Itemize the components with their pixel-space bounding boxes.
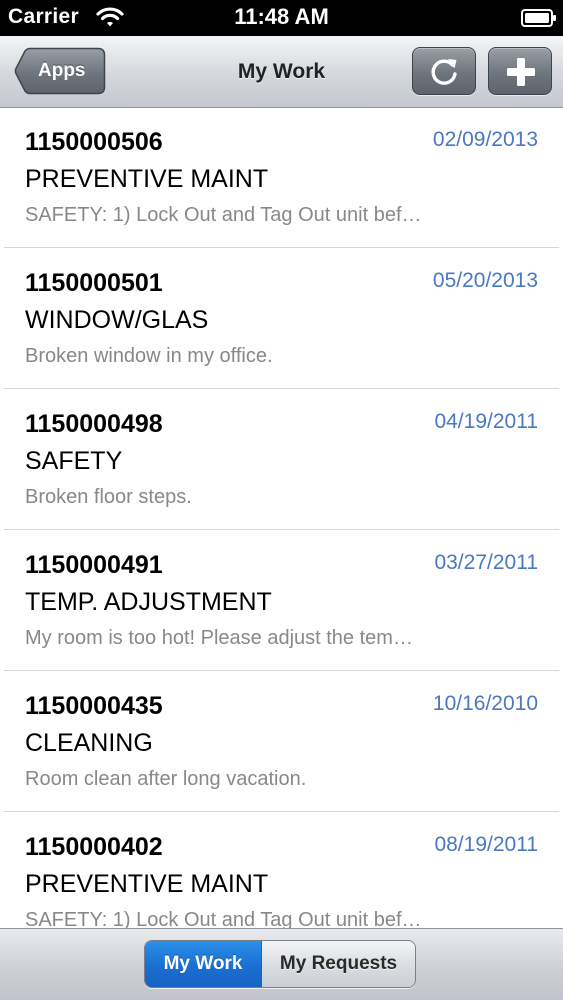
tab-my-work[interactable]: My Work (145, 941, 262, 987)
tab-my-requests[interactable]: My Requests (262, 941, 415, 987)
work-order-list[interactable]: 1150000506 02/09/2013 PREVENTIVE MAINT S… (0, 108, 563, 928)
work-order-description: My room is too hot! Please adjust the te… (25, 627, 413, 649)
work-order-category: PREVENTIVE MAINT (25, 165, 269, 193)
nav-bar: Apps My Work (0, 36, 563, 108)
refresh-button[interactable] (412, 47, 476, 95)
work-order-description: Broken floor steps. (25, 486, 192, 508)
status-time: 11:48 AM (234, 4, 329, 29)
work-order-date: 08/19/2011 (434, 833, 538, 856)
work-order-number: 1150000501 (25, 269, 163, 297)
work-order-description: Room clean after long vacation. (25, 768, 307, 790)
list-item[interactable]: 1150000506 02/09/2013 PREVENTIVE MAINT S… (4, 108, 559, 248)
work-order-date: 10/16/2010 (432, 692, 538, 715)
list-item[interactable]: 1150000402 08/19/2011 PREVENTIVE MAINT S… (4, 813, 559, 928)
work-order-category: CLEANING (25, 729, 153, 757)
work-order-category: TEMP. ADJUSTMENT (25, 588, 272, 616)
work-order-description: SAFETY: 1) Lock Out and Tag Out unit bef… (25, 909, 422, 928)
list-item[interactable]: 1150000501 05/20/2013 WINDOW/GLAS Broken… (4, 249, 559, 389)
list-item[interactable]: 1150000498 04/19/2011 SAFETY Broken floo… (4, 390, 559, 530)
list-item[interactable]: 1150000491 03/27/2011 TEMP. ADJUSTMENT M… (4, 531, 559, 671)
page-title: My Work (237, 60, 326, 83)
plus-icon (507, 58, 535, 86)
back-button-label: Apps (38, 60, 86, 81)
work-order-date: 04/19/2011 (434, 410, 538, 433)
work-order-category: SAFETY (25, 447, 123, 475)
add-button[interactable] (488, 47, 552, 95)
work-order-category: WINDOW/GLAS (25, 306, 209, 334)
work-order-number: 1150000506 (25, 128, 163, 156)
battery-icon (521, 9, 557, 27)
work-order-category: PREVENTIVE MAINT (25, 870, 269, 898)
work-order-number: 1150000498 (25, 410, 163, 438)
segmented-control: My Work My Requests (144, 940, 416, 988)
work-order-date: 03/27/2011 (434, 551, 538, 574)
refresh-icon (431, 59, 457, 85)
tab-bar: My Work My Requests (0, 928, 563, 1000)
work-order-number: 1150000435 (25, 692, 163, 720)
back-button[interactable]: Apps (14, 47, 106, 95)
status-bar: Carrier 11:48 AM (0, 0, 563, 36)
work-order-date: 02/09/2013 (432, 128, 538, 151)
work-order-description: Broken window in my office. (25, 345, 273, 367)
work-order-description: SAFETY: 1) Lock Out and Tag Out unit bef… (25, 204, 422, 226)
work-order-number: 1150000402 (25, 833, 163, 861)
work-order-date: 05/20/2013 (432, 269, 538, 292)
work-order-number: 1150000491 (25, 551, 163, 579)
list-item[interactable]: 1150000435 10/16/2010 CLEANING Room clea… (4, 672, 559, 812)
